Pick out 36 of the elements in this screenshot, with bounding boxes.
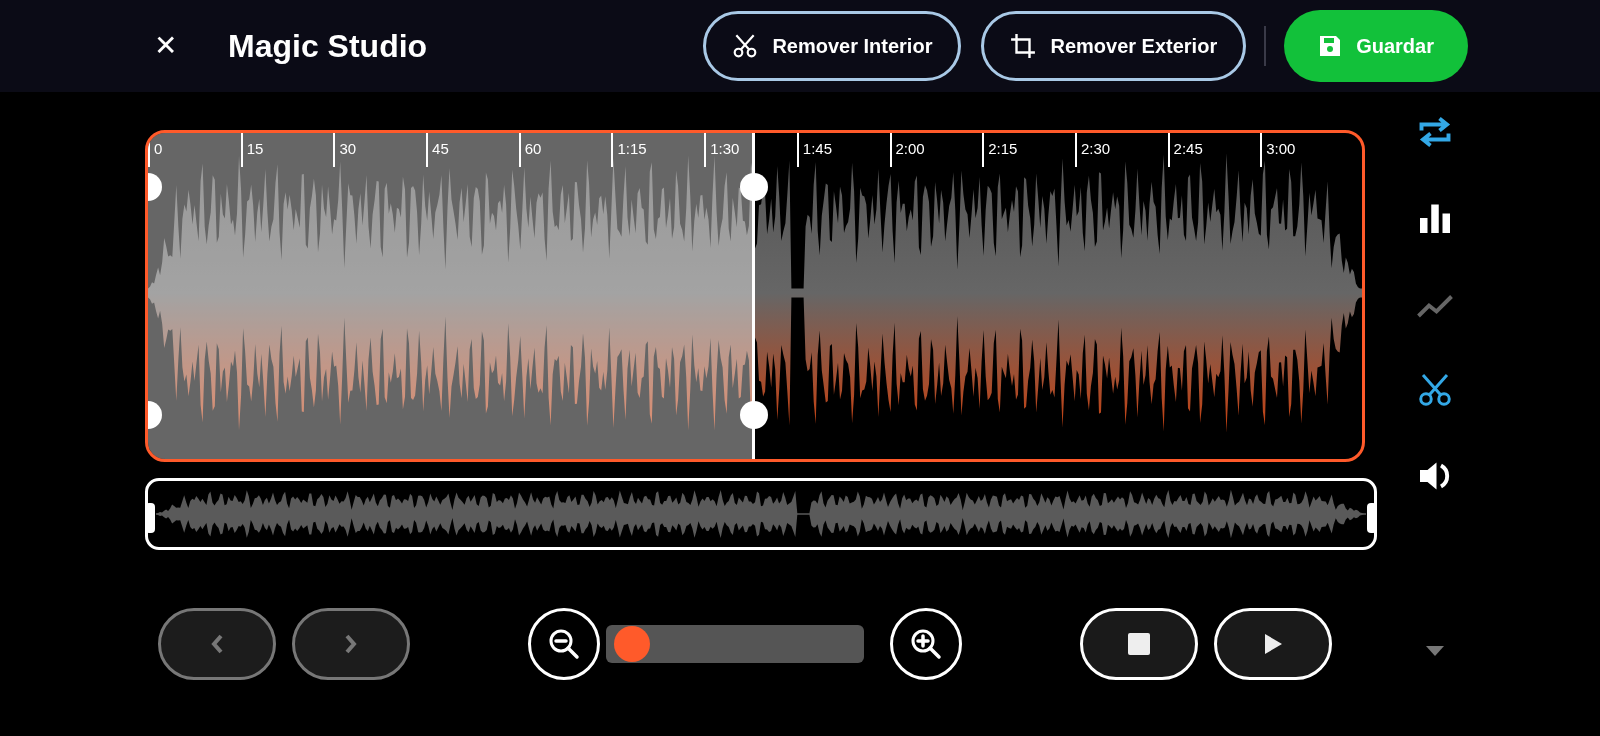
time-label: 2:45 [1173,140,1203,157]
time-label: 2:30 [1080,140,1111,157]
crop-icon [1010,33,1037,59]
play-icon [1262,633,1284,655]
time-label: 1:30 [710,140,740,157]
remove-inside-button[interactable]: Remover Interior [703,11,962,81]
zoom-in-icon [909,627,943,661]
close-button[interactable]: ✕ [150,25,180,67]
scissors-icon [1417,372,1453,408]
chevron-right-icon [344,633,358,655]
chevron-left-icon [210,633,224,655]
time-label: 1:15 [617,140,647,157]
zoom-slider-thumb[interactable] [613,626,650,662]
app-title: Magic Studio [228,27,428,66]
time-label: 45 [432,140,449,157]
dropdown-arrow-icon[interactable] [1426,646,1444,656]
time-label: 1:45 [802,140,832,157]
time-label: 60 [524,140,542,157]
time-label: 30 [339,140,357,157]
zoom-slider[interactable] [606,625,864,663]
overview-track[interactable] [145,478,1377,550]
time-label: 2:00 [895,140,925,157]
remove-outside-button[interactable]: Remover Exterior [981,11,1247,81]
time-label: 0 [154,140,163,157]
trim-handle[interactable] [740,173,768,201]
stop-icon [1128,633,1150,655]
overview-handle[interactable] [1367,503,1377,533]
time-label: 15 [246,140,264,157]
waveform-panel[interactable]: 0 15 30 45 60 1:15 1:30 1:45 2:00 2:15 2:30 2:45 3:00 [145,130,1365,462]
repeat-icon [1417,114,1453,150]
overview-handle[interactable] [145,503,155,533]
zoom-out-icon [547,627,581,661]
time-label: 2:15 [988,140,1018,157]
scissors-icon [732,33,759,59]
trim-handle[interactable] [740,401,768,429]
time-label: 3:00 [1266,140,1296,157]
